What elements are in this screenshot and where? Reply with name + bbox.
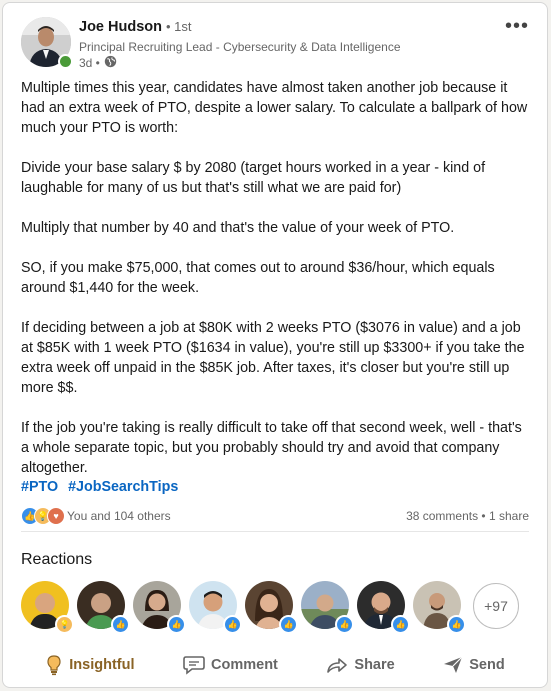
reaction-count[interactable]: You and 104 others [67, 509, 171, 523]
more-reactors-button[interactable]: +97 [473, 583, 519, 629]
author-name[interactable]: Joe Hudson [79, 19, 162, 35]
share-button[interactable]: Share [326, 656, 395, 674]
globe-icon [104, 55, 117, 71]
insightful-button[interactable]: Insightful [45, 654, 135, 676]
post-paragraph: SO, if you make $75,000, that comes out … [21, 260, 495, 296]
post-text: Multiple times this year, candidates hav… [21, 78, 531, 498]
comment-label: Comment [211, 657, 278, 673]
send-button[interactable]: Send [443, 656, 505, 674]
comments-shares-count[interactable]: 38 comments • 1 share [406, 509, 529, 523]
like-badge-icon: 👍 [335, 615, 354, 634]
hashtags: #PTO #JobSearchTips [21, 479, 184, 495]
share-arrow-icon [326, 656, 348, 674]
post-card: Joe Hudson • 1st Principal Recruiting Le… [2, 2, 548, 688]
post-paragraph: Multiple times this year, candidates hav… [21, 80, 528, 136]
comment-button[interactable]: Comment [183, 655, 278, 675]
post-paragraph: If the job you're taking is really diffi… [21, 420, 522, 476]
more-options-icon[interactable]: ••• [505, 16, 529, 36]
online-status-indicator [58, 54, 73, 69]
like-badge-icon: 👍 [223, 615, 242, 634]
post-paragraph: Divide your base salary $ by 2080 (targe… [21, 160, 486, 196]
like-badge-icon: 👍 [447, 615, 466, 634]
like-badge-icon: 👍 [279, 615, 298, 634]
post-paragraph: If deciding between a job at $80K with 2… [21, 320, 525, 396]
send-label: Send [469, 657, 505, 673]
send-icon [443, 656, 463, 674]
like-badge-icon: 👍 [167, 615, 186, 634]
comment-icon [183, 655, 205, 675]
connection-degree: • 1st [166, 19, 192, 34]
like-badge-icon: 👍 [391, 615, 410, 634]
post-paragraph: Multiply that number by 40 and that's th… [21, 220, 455, 236]
hashtag-link[interactable]: #PTO [21, 479, 58, 495]
insightful-badge-icon: 💡 [55, 615, 74, 634]
love-icon: ♥ [47, 507, 65, 525]
post-actions: Insightful Comment Share Send [3, 643, 547, 687]
share-label: Share [354, 657, 395, 673]
post-header: Joe Hudson • 1st Principal Recruiting Le… [21, 15, 533, 71]
post-timestamp: 3d • [79, 55, 117, 71]
reactions-heading: Reactions [21, 551, 93, 568]
reaction-icons[interactable]: 👍 💡 ♥ [21, 507, 65, 525]
social-counts: 👍 💡 ♥ You and 104 others 38 comments • 1… [21, 506, 529, 526]
author-name-line: Joe Hudson • 1st [79, 19, 192, 35]
divider [21, 531, 529, 532]
like-badge-icon: 👍 [111, 615, 130, 634]
lightbulb-icon [45, 654, 63, 676]
author-headline: Principal Recruiting Lead - Cybersecurit… [79, 40, 401, 54]
hashtag-link[interactable]: #JobSearchTips [68, 479, 178, 495]
post-age: 3d • [79, 56, 100, 70]
insightful-label: Insightful [69, 657, 135, 673]
